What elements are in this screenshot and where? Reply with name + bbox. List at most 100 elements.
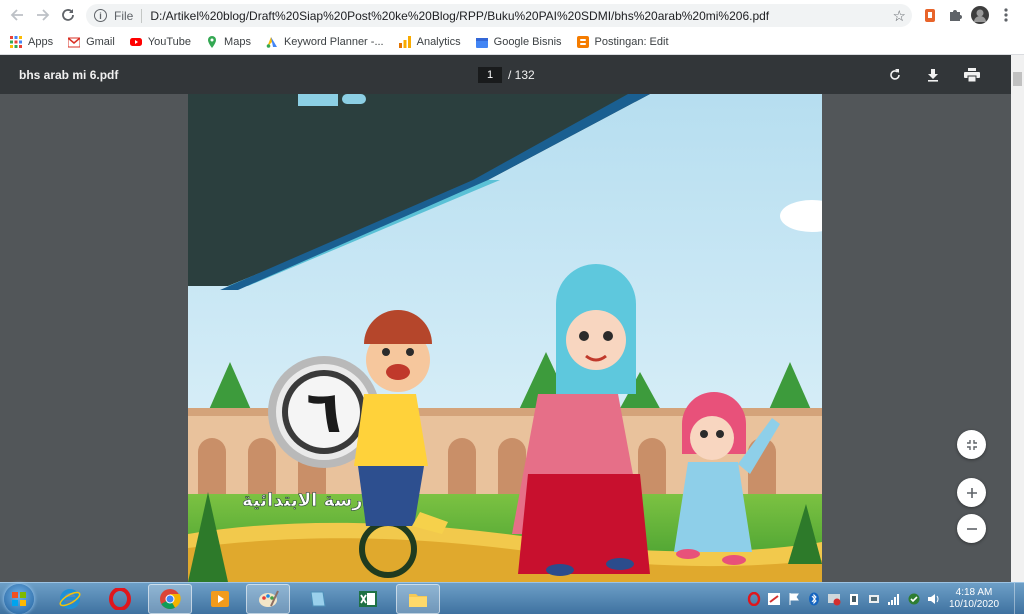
extensions-button[interactable] — [946, 6, 964, 24]
puzzle-icon — [950, 10, 962, 21]
fit-to-page-button[interactable] — [957, 430, 986, 459]
page-number-input[interactable] — [478, 67, 502, 83]
scrollbar-thumb[interactable] — [1013, 72, 1022, 86]
start-button[interactable] — [4, 584, 34, 614]
info-icon[interactable]: i — [94, 9, 107, 22]
bookmark-google-bisnis[interactable]: Google Bisnis — [475, 36, 562, 48]
minus-icon — [966, 527, 977, 530]
taskbar-internet-explorer[interactable] — [48, 584, 92, 614]
reload-button[interactable] — [55, 2, 81, 28]
antivirus-tray-icon[interactable] — [767, 592, 781, 606]
bookmark-apps[interactable]: Apps — [10, 36, 53, 48]
analytics-icon — [398, 36, 411, 48]
chrome-menu-button[interactable] — [997, 6, 1015, 24]
volume-tray-icon[interactable] — [927, 592, 941, 606]
apps-grid-icon — [10, 36, 22, 48]
fit-page-icon — [966, 439, 977, 450]
url-text[interactable]: D:/Artikel%20blog/Draft%20Siap%20Post%20… — [150, 9, 769, 23]
flag-tray-icon[interactable] — [787, 592, 801, 606]
back-button[interactable] — [4, 2, 30, 28]
taskbar-chrome[interactable] — [148, 584, 192, 614]
arrow-right-icon — [37, 9, 50, 21]
google-bisnis-icon — [475, 38, 488, 48]
bookmark-label: Google Bisnis — [493, 36, 562, 48]
youtube-icon — [129, 38, 142, 46]
bookmark-keyword-planner[interactable]: Keyword Planner -... — [266, 36, 384, 48]
signal-tray-icon[interactable] — [887, 592, 901, 606]
internet-explorer-icon — [59, 589, 81, 609]
system-tray: 4:18 AM 10/10/2020 — [744, 583, 1024, 614]
bookmark-label: Gmail — [86, 36, 115, 48]
vertical-scrollbar[interactable] — [1011, 70, 1024, 582]
taskbar-media-player[interactable] — [198, 584, 242, 614]
book-cover-illustration: ٦ المدرسة الابتدائية — [188, 94, 822, 582]
system-clock[interactable]: 4:18 AM 10/10/2020 — [944, 587, 1004, 611]
arrow-left-icon — [10, 9, 23, 21]
bookmark-label: Postingan: Edit — [594, 36, 669, 48]
taskbar-opera[interactable] — [98, 584, 142, 614]
download-icon — [928, 69, 938, 82]
power-tray-icon[interactable] — [847, 592, 861, 606]
taskbar-excel[interactable] — [346, 584, 390, 614]
opera-icon — [109, 588, 131, 610]
bookmark-label: Analytics — [416, 36, 461, 48]
gmail-icon — [68, 37, 81, 48]
zoom-in-button[interactable] — [957, 478, 986, 507]
download-button[interactable] — [923, 65, 943, 85]
zoom-out-button[interactable] — [957, 514, 986, 543]
media-player-icon — [211, 591, 229, 607]
page-total: / 132 — [508, 68, 535, 82]
rotate-icon — [890, 69, 900, 80]
bookmark-postingan-edit[interactable]: Postingan: Edit — [576, 36, 669, 48]
maps-icon — [208, 36, 217, 48]
scroll-up-arrow[interactable] — [1011, 55, 1024, 70]
browser-toolbar: i File D:/Artikel%20blog/Draft%20Siap%20… — [0, 0, 1024, 30]
blogger-icon — [576, 36, 589, 48]
pdf-toolbar: bhs arab mi 6.pdf / 132 — [0, 55, 1024, 94]
taskbar-paint[interactable] — [246, 584, 290, 614]
avatar-icon — [971, 6, 989, 24]
clock-date: 10/10/2020 — [948, 599, 1000, 610]
bookmark-maps[interactable]: Maps — [206, 36, 251, 48]
bookmark-gmail[interactable]: Gmail — [68, 36, 115, 48]
show-desktop-button[interactable] — [1014, 583, 1024, 614]
reload-icon — [62, 9, 74, 21]
rotate-button[interactable] — [885, 65, 905, 85]
print-button[interactable] — [962, 65, 982, 85]
address-bar[interactable]: i File D:/Artikel%20blog/Draft%20Siap%20… — [86, 4, 912, 27]
network-error-tray-icon[interactable] — [827, 592, 841, 606]
excel-icon — [359, 591, 377, 607]
windows-logo-icon — [12, 592, 26, 606]
taskbar-file-explorer[interactable] — [396, 584, 440, 614]
windows-taskbar: 4:18 AM 10/10/2020 — [0, 582, 1024, 614]
grade-numeral: ٦ — [306, 378, 341, 446]
device-tray-icon[interactable] — [867, 592, 881, 606]
notes-icon — [310, 591, 326, 607]
paint-palette-icon — [259, 590, 279, 607]
kebab-menu-icon — [1004, 8, 1008, 22]
bookmarks-bar: Apps Gmail YouTube Maps Keyword Planner … — [0, 30, 1024, 55]
plus-icon — [966, 487, 977, 498]
scheme-label: File — [114, 8, 134, 23]
pdf-viewer: ٦ المدرسة الابتدائية — [0, 94, 1011, 582]
address-separator — [141, 8, 143, 23]
bookmark-label: Keyword Planner -... — [283, 36, 384, 48]
forward-button[interactable] — [30, 2, 56, 28]
profile-avatar[interactable] — [971, 6, 989, 24]
bookmark-label: Maps — [224, 36, 251, 48]
extension-badge-icon — [925, 9, 935, 22]
chrome-icon — [160, 589, 181, 609]
taskbar-notes[interactable] — [296, 584, 340, 614]
bookmark-youtube[interactable]: YouTube — [129, 36, 191, 48]
update-tray-icon[interactable] — [907, 592, 921, 606]
printer-icon — [964, 68, 980, 82]
pdf-title: bhs arab mi 6.pdf — [19, 68, 119, 82]
clock-time: 4:18 AM — [955, 587, 993, 598]
extension-icon[interactable] — [921, 6, 939, 24]
page-selector: / 132 — [478, 67, 535, 83]
bookmark-star-icon[interactable]: ☆ — [893, 7, 906, 25]
bookmark-label: Apps — [28, 36, 54, 48]
bookmark-analytics[interactable]: Analytics — [398, 36, 461, 48]
opera-tray-icon[interactable] — [747, 592, 761, 606]
bluetooth-tray-icon[interactable] — [807, 592, 821, 606]
